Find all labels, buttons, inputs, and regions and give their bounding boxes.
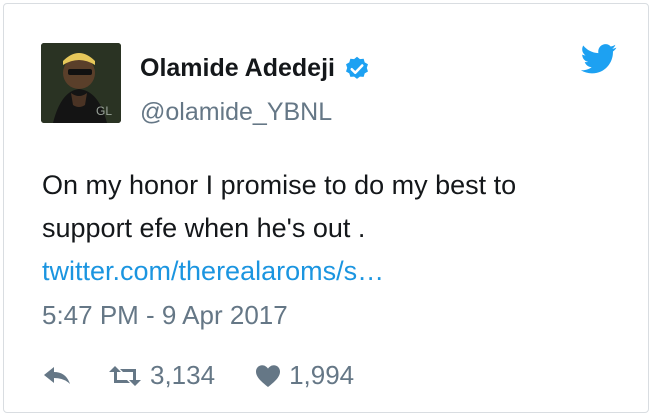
author-name[interactable]: Olamide Adedeji (140, 54, 335, 83)
avatar[interactable]: GL (41, 43, 121, 123)
tweet-actions: 3,134 1,994 (42, 360, 354, 391)
reply-button[interactable] (42, 364, 72, 388)
tweet-body: On my honor I promise to do my best to s… (42, 170, 517, 243)
tweet-card: GL Olamide Adedeji @olamide_YBNL On my h… (3, 3, 649, 413)
like-button[interactable]: 1,994 (255, 360, 354, 391)
tweet-timestamp[interactable]: 5:47 PM - 9 Apr 2017 (42, 300, 288, 331)
avatar-caption: GL (96, 104, 112, 118)
retweet-count: 3,134 (150, 360, 216, 390)
author-name-row: Olamide Adedeji (140, 54, 371, 83)
author-handle[interactable]: @olamide_YBNL (140, 98, 332, 127)
verified-badge-icon (346, 56, 368, 79)
like-count: 1,994 (289, 360, 355, 390)
avatar-image: GL (41, 43, 121, 123)
retweet-icon (109, 365, 141, 386)
tweet-text: On my honor I promise to do my best to s… (42, 164, 612, 293)
retweet-button[interactable]: 3,134 (108, 360, 215, 391)
tweet-link[interactable]: twitter.com/therealaroms/s… (42, 256, 384, 286)
heart-icon (256, 364, 281, 387)
reply-icon (44, 366, 70, 384)
twitter-bird-icon[interactable] (581, 44, 617, 74)
